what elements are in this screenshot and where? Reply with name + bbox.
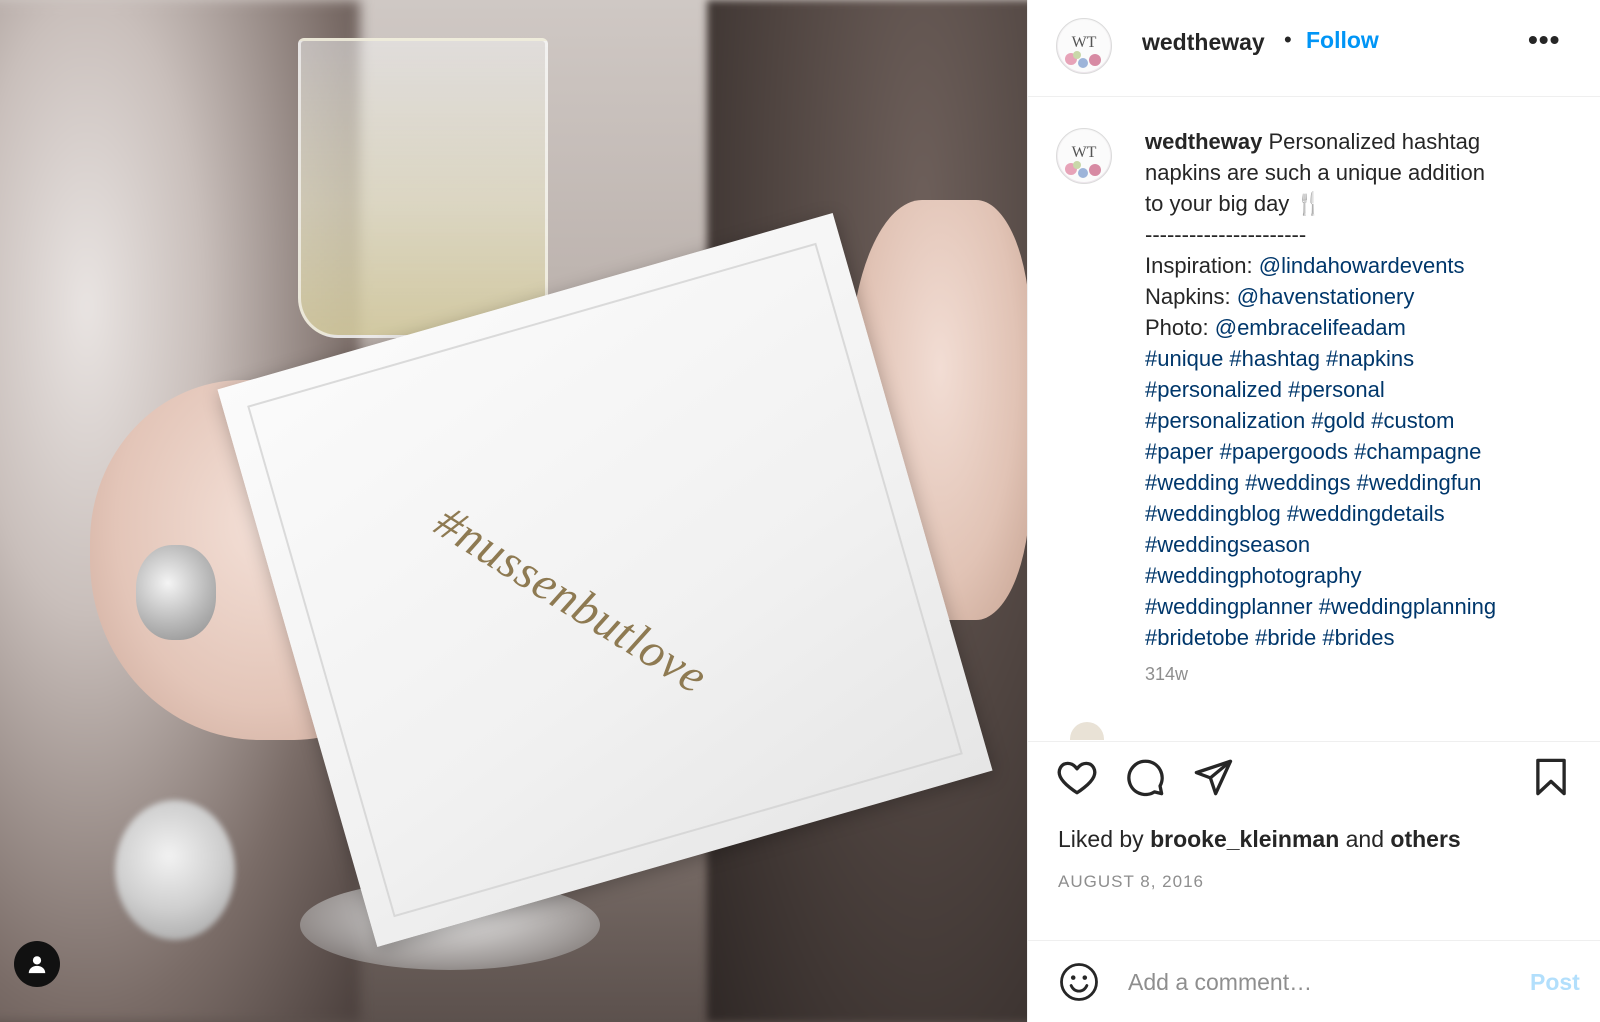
paper-plane-icon	[1194, 759, 1233, 796]
post-actions: Liked by brooke_kleinman and others AUGU…	[1028, 741, 1600, 940]
bookmark-icon	[1536, 758, 1566, 796]
like-button[interactable]	[1056, 756, 1098, 798]
likes-summary: Liked by brooke_kleinman and others	[1058, 826, 1461, 853]
more-options-button[interactable]: •••	[1528, 24, 1560, 56]
liked-by-user-link[interactable]: brooke_kleinman	[1150, 826, 1339, 852]
post-caption: wedtheway Personalized hashtag napkins a…	[1145, 126, 1575, 690]
liked-by-others-link[interactable]: others	[1390, 826, 1460, 852]
post-date[interactable]: AUGUST 8, 2016	[1058, 872, 1204, 892]
liked-by-label: Liked by	[1058, 826, 1144, 852]
hashtag-line[interactable]: #weddingblog #weddingdetails	[1145, 498, 1575, 529]
tagged-users-button[interactable]	[14, 941, 60, 987]
wedtheway-logo: WT	[1058, 130, 1110, 182]
hashtag-line[interactable]: #weddingphotography	[1145, 560, 1575, 591]
caption-username[interactable]: wedtheway	[1145, 129, 1262, 154]
avatar[interactable]: WT	[1056, 18, 1112, 74]
smiley-icon	[1060, 963, 1098, 1001]
share-button[interactable]	[1192, 756, 1234, 798]
caption-divider: ----------------------	[1145, 222, 1307, 247]
hashtag-line[interactable]: #personalized #personal	[1145, 374, 1575, 405]
comment-icon	[1127, 759, 1164, 797]
liked-and-label: and	[1345, 826, 1385, 852]
emoji-button[interactable]	[1058, 961, 1100, 1003]
hashtag-line[interactable]: #bridetobe #bride #brides	[1145, 622, 1575, 653]
credit-line: Inspiration: @lindahowardevents	[1145, 250, 1575, 281]
hashtag-line[interactable]: #wedding #weddings #weddingfun	[1145, 467, 1575, 498]
caption-avatar[interactable]: WT	[1056, 128, 1112, 184]
svg-text:WT: WT	[1072, 34, 1097, 51]
credit-label: Inspiration:	[1145, 253, 1253, 278]
add-comment-bar: Post	[1028, 940, 1600, 1022]
next-comment-avatar[interactable]	[1070, 722, 1104, 740]
comment-button[interactable]	[1124, 756, 1166, 798]
separator-dot: •	[1284, 27, 1292, 52]
post-side-panel: WT wedtheway • Follow ••• WT wedtheway P…	[1027, 0, 1600, 1022]
comments-area[interactable]: WT wedtheway Personalized hashtag napkin…	[1028, 98, 1600, 740]
caption-text-line: to your big day 🍴	[1145, 191, 1323, 216]
svg-text:WT: WT	[1072, 144, 1097, 161]
mention-link[interactable]: @lindahowardevents	[1259, 253, 1465, 278]
post-header: WT wedtheway • Follow •••	[1028, 0, 1600, 97]
credit-label: Photo:	[1145, 315, 1209, 340]
champagne-glass	[298, 38, 548, 338]
credit-line: Napkins: @havenstationery	[1145, 281, 1575, 312]
post-photo[interactable]: #nussenbutlove	[0, 0, 1027, 1022]
post-comment-button[interactable]: Post	[1530, 969, 1580, 996]
mention-link[interactable]: @havenstationery	[1237, 284, 1415, 309]
hashtag-line[interactable]: #weddingseason	[1145, 529, 1575, 560]
hashtag-line[interactable]: #personalization #gold #custom	[1145, 405, 1575, 436]
caption-text-line: Personalized hashtag	[1268, 129, 1481, 154]
credit-label: Napkins:	[1145, 284, 1231, 309]
credit-line: Photo: @embracelifeadam	[1145, 312, 1575, 343]
hashtag-line[interactable]: #paper #papergoods #champagne	[1145, 436, 1575, 467]
wedtheway-logo: WT	[1058, 20, 1110, 72]
heart-icon	[1057, 761, 1097, 795]
caption-text-line: napkins are such a unique addition	[1145, 160, 1486, 185]
post-author-username[interactable]: wedtheway	[1142, 29, 1265, 56]
person-icon	[28, 956, 46, 974]
hashtag-line[interactable]: #unique #hashtag #napkins	[1145, 343, 1575, 374]
mention-link[interactable]: @embracelifeadam	[1215, 315, 1406, 340]
comment-input[interactable]	[1128, 961, 1498, 1003]
follow-button[interactable]: Follow	[1306, 27, 1379, 54]
hashtag-line[interactable]: #weddingplanner #weddingplanning	[1145, 591, 1575, 622]
wristwatch	[115, 800, 235, 940]
save-button[interactable]	[1530, 756, 1572, 798]
ring	[136, 545, 216, 640]
caption-age[interactable]: 314w	[1145, 659, 1575, 690]
